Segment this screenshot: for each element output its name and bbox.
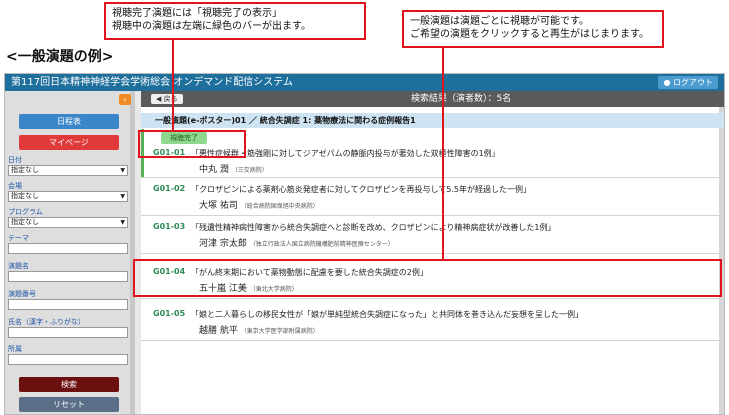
author-affiliation: （総合病院国保旭中央病院） bbox=[240, 203, 319, 210]
presentation-author: 越膳 航平 （東京大学医学部附属病院） bbox=[199, 323, 319, 336]
presentation-author: 中丸 潤 （三交病院） bbox=[199, 162, 268, 175]
filter-program-select[interactable]: 指定なし ▼ bbox=[8, 217, 128, 228]
sidebar: ‹ 日程表 マイページ 日付 指定なし ▼ 会場 指定なし ▼ プログラム 指定なし… bbox=[5, 91, 135, 414]
callout-line: 視聴中の演題は左端に緑色のバーが出ます。 bbox=[112, 21, 311, 32]
presentation-author: 河津 宗太郎 （独立行政法人国立病院機構肥前精神医療センター） bbox=[199, 236, 394, 249]
schedule-button[interactable]: 日程表 bbox=[19, 114, 119, 129]
presentation-code: G01-02 bbox=[153, 184, 186, 193]
author-affiliation: （三交病院） bbox=[231, 167, 268, 174]
toolbar: ◀ 戻る 検索結果（演者数）：5名 bbox=[141, 91, 724, 107]
presentation-code: G01-05 bbox=[153, 309, 186, 318]
search-button[interactable]: 検索 bbox=[19, 377, 119, 392]
author-affiliation: （独立行政法人国立病院機構肥前精神医療センター） bbox=[249, 241, 394, 248]
filter-theme-label: テーマ bbox=[8, 234, 29, 242]
filter-affiliation-label: 所属 bbox=[8, 345, 22, 353]
presentation-author: 大塚 祐司 （総合病院国保旭中央病院） bbox=[199, 198, 319, 211]
author-name: 大塚 祐司 bbox=[199, 201, 238, 211]
author-name: 越膳 航平 bbox=[199, 326, 238, 336]
user-icon: ● bbox=[663, 78, 673, 87]
back-arrow-icon: ◀ bbox=[156, 95, 164, 103]
chevron-down-icon: ▼ bbox=[120, 167, 125, 174]
presentation-item[interactable]: G01-05 「娘と二人暮らしの移民女性が「娘が単純型統合失調症になった」と共同… bbox=[141, 303, 724, 341]
session-header: 一般演題(e-ポスター)01 ／ 統合失調症 1: 薬物療法に関わる症例報告1 bbox=[141, 113, 724, 128]
chevron-down-icon: ▼ bbox=[120, 219, 125, 226]
filter-name-label: 氏名（漢字・ふりがな） bbox=[8, 318, 85, 326]
filter-number-label: 演題番号 bbox=[8, 290, 36, 298]
author-name: 河津 宗太郎 bbox=[199, 239, 247, 249]
filter-venue-select[interactable]: 指定なし ▼ bbox=[8, 191, 128, 202]
filter-title-label: 演題名 bbox=[8, 262, 29, 270]
filter-title-input[interactable] bbox=[8, 271, 128, 282]
filter-venue-value: 指定なし bbox=[11, 192, 39, 200]
filter-name-input[interactable] bbox=[8, 327, 128, 338]
chevron-down-icon: ▼ bbox=[120, 193, 125, 200]
callout-line: ご希望の演題をクリックすると再生がはじまります。 bbox=[410, 29, 649, 40]
author-affiliation: （東京大学医学部附属病院） bbox=[240, 328, 319, 335]
connector-line bbox=[172, 40, 174, 130]
presentation-code: G01-03 bbox=[153, 222, 186, 231]
filter-venue-label: 会場 bbox=[8, 182, 22, 190]
mypage-button[interactable]: マイページ bbox=[19, 135, 119, 150]
section-heading: <一般演題の例> bbox=[6, 49, 114, 65]
connector-line bbox=[442, 48, 444, 259]
back-label: 戻る bbox=[163, 95, 178, 103]
filter-date-label: 日付 bbox=[8, 156, 22, 164]
app-header: 第117回日本精神神経学会学術総会 オンデマンド配信システム ● ログアウト bbox=[5, 74, 724, 91]
author-name: 中丸 潤 bbox=[199, 165, 229, 175]
filter-number-input[interactable] bbox=[8, 299, 128, 310]
filter-date-select[interactable]: 指定なし ▼ bbox=[8, 165, 128, 176]
presentation-item[interactable]: G01-03 「残遺性精神病性障害から統合失調症へと診断を改め、クロザピンにより… bbox=[141, 216, 724, 254]
app-title: 第117回日本精神神経学会学術総会 オンデマンド配信システム bbox=[11, 77, 293, 88]
app-window: 第117回日本精神神経学会学術総会 オンデマンド配信システム ● ログアウト ‹… bbox=[4, 73, 725, 415]
logout-button[interactable]: ● ログアウト bbox=[658, 76, 718, 89]
annotation-callout-right: 一般演題は演題ごとに視聴が可能です。 ご希望の演題をクリックすると再生がはじまり… bbox=[402, 10, 664, 48]
highlight-box-status bbox=[138, 130, 246, 158]
result-count: 検索結果（演者数）：5名 bbox=[411, 94, 512, 104]
annotation-callout-left: 視聴完了演題には「視聴完了の表示」 視聴中の演題は左端に緑色のバーが出ます。 bbox=[104, 2, 366, 40]
callout-line: 視聴完了演題には「視聴完了の表示」 bbox=[112, 8, 282, 19]
sidebar-scrollbar[interactable] bbox=[130, 91, 135, 414]
collapse-sidebar-button[interactable]: ‹ bbox=[119, 94, 131, 105]
presentation-title: 「残遺性精神病性障害から統合失調症へと診断を改め、クロザピンにより精神病症状が改… bbox=[191, 223, 556, 232]
callout-line: 一般演題は演題ごとに視聴が可能です。 bbox=[410, 16, 589, 27]
logout-label: ログアウト bbox=[673, 78, 713, 87]
presentation-title: 「クロザピンによる薬剤心筋炎発症者に対してクロザピンを再投与して5.5年が経過し… bbox=[191, 185, 531, 194]
reset-button[interactable]: リセット bbox=[19, 397, 119, 412]
back-button[interactable]: ◀ 戻る bbox=[151, 94, 183, 104]
highlight-box-item bbox=[133, 259, 722, 297]
filter-affiliation-input[interactable] bbox=[8, 354, 128, 365]
presentation-item[interactable]: G01-02 「クロザピンによる薬剤心筋炎発症者に対してクロザピンを再投与して5… bbox=[141, 178, 724, 216]
filter-theme-input[interactable] bbox=[8, 243, 128, 254]
filter-program-value: 指定なし bbox=[11, 218, 39, 226]
presentation-title: 「娘と二人暮らしの移民女性が「娘が単純型統合失調症になった」と共同体を巻き込んだ… bbox=[191, 310, 583, 319]
filter-program-label: プログラム bbox=[8, 208, 43, 216]
filter-date-value: 指定なし bbox=[11, 166, 39, 174]
